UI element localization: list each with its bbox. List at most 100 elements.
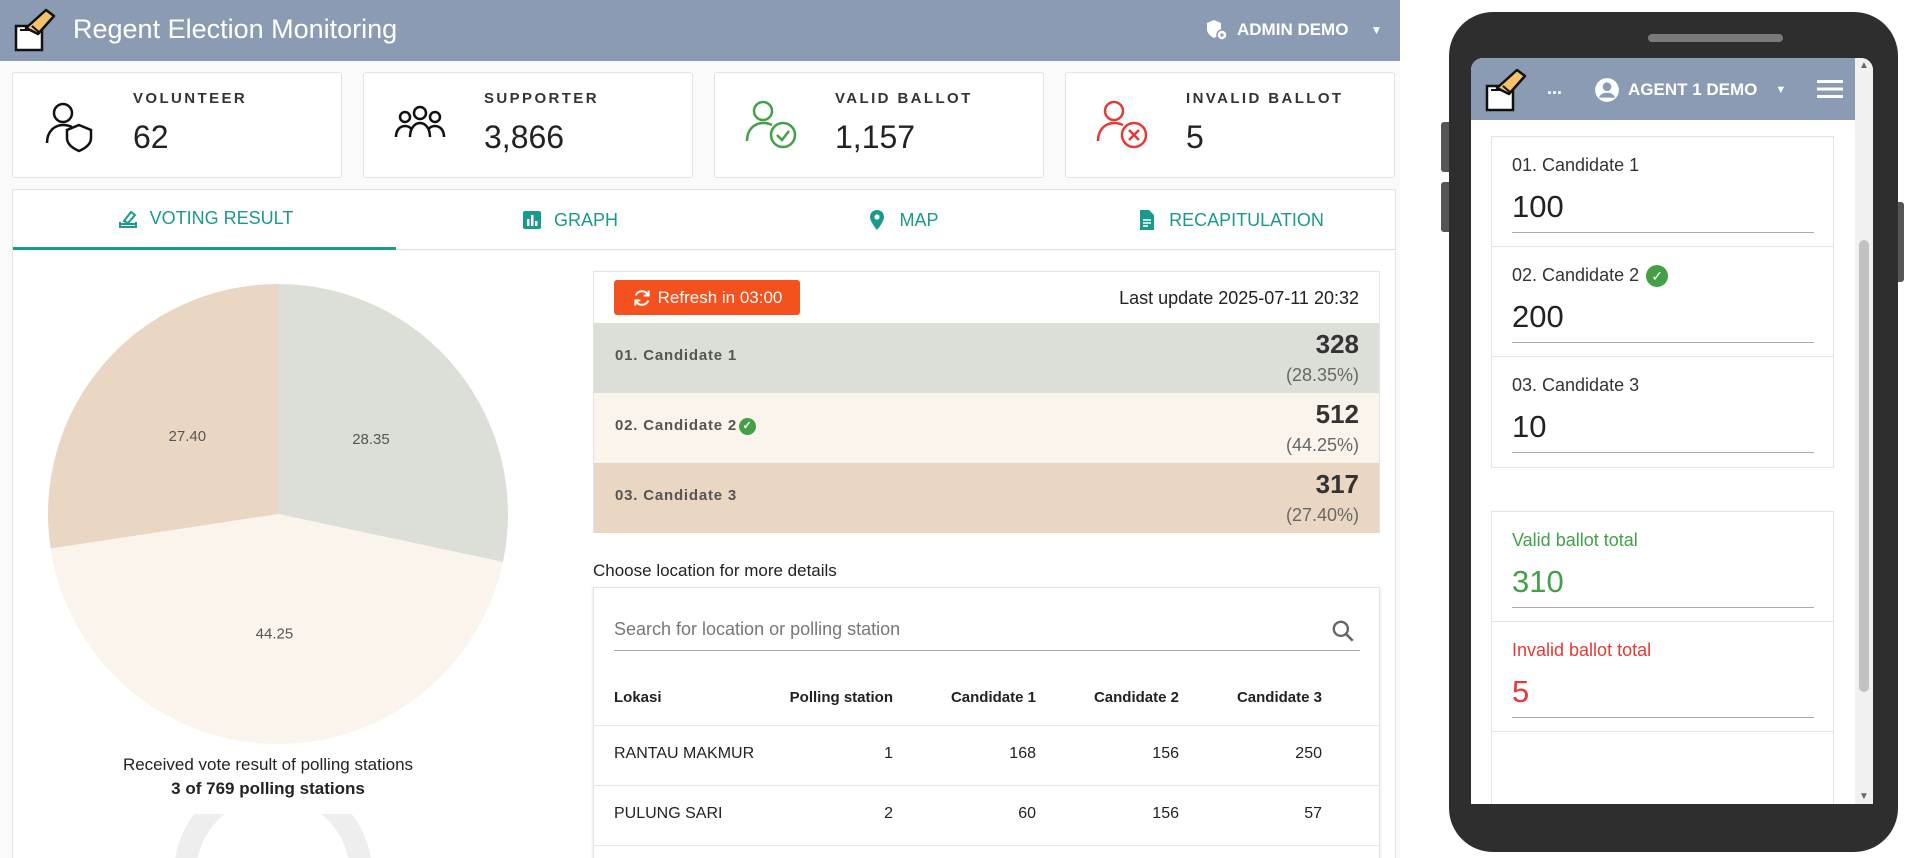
stat-label: SUPPORTER (484, 90, 599, 107)
ballot-totals-card: Valid ballot total 310 Invalid ballot to… (1491, 511, 1834, 804)
valid-ballot-field[interactable]: Valid ballot total 310 (1492, 512, 1833, 622)
phone-side-button (1441, 182, 1449, 232)
user-check-icon (745, 100, 797, 149)
invalid-ballot-field[interactable]: Invalid ballot total 5 (1492, 622, 1833, 732)
mobile-scrollbar[interactable]: ▲ ▼ (1855, 58, 1873, 804)
search-icon[interactable] (1330, 618, 1356, 644)
stat-label: VOLUNTEER (133, 90, 248, 107)
search-placeholder: Search for location or polling station (614, 619, 901, 639)
cell-candidate-3: 250 (1295, 745, 1322, 762)
phone-speaker (1648, 34, 1783, 42)
cell-polling-station: 1 (884, 745, 893, 762)
tab-map[interactable]: MAP (742, 190, 1062, 250)
mobile-user-name: AGENT 1 DEMO (1628, 80, 1758, 99)
caret-down-icon: ▼ (1370, 23, 1383, 37)
tab-recapitulation[interactable]: RECAPITULATION (1062, 190, 1397, 250)
user-shield-icon (1207, 20, 1228, 41)
candidate-name: 03. Candidate 3 (615, 487, 738, 504)
stat-card-volunteer: VOLUNTEER 62 (12, 72, 342, 178)
cell-polling-station: 2 (884, 805, 893, 822)
candidate-votes: 512 (1315, 399, 1359, 429)
location-search-input[interactable]: Search for location or polling station (614, 608, 1360, 651)
field-value[interactable]: 10 (1512, 409, 1814, 453)
candidate-result-row[interactable]: 02. Candidate 2 ✓ 512 (44.25%) (594, 393, 1379, 463)
scroll-up-arrow-icon[interactable]: ▲ (1859, 60, 1869, 71)
cell-candidate-2: 156 (1152, 805, 1179, 822)
candidate-votes: 317 (1315, 469, 1359, 499)
document-icon (1140, 210, 1155, 230)
candidate-input-card: 01. Candidate 1 100 02. Candidate 2 ✓ 20… (1491, 136, 1834, 468)
location-table-card: Search for location or polling station L… (593, 587, 1380, 858)
pie-slice[interactable] (278, 284, 508, 563)
tab-voting-result[interactable]: VOTING RESULT (13, 190, 396, 250)
polling-progress-gauge (175, 814, 371, 858)
user-menu[interactable]: ADMIN DEMO ▼ (1205, 18, 1382, 42)
ballot-icon (118, 210, 137, 228)
stat-value: 62 (133, 119, 169, 155)
column-header-candidate-3[interactable]: Candidate 3 (1237, 689, 1322, 706)
result-summary-box: Refresh in 03:00 Last update 2025-07-11 … (593, 271, 1380, 533)
stat-card-supporter: SUPPORTER 3,866 (363, 72, 693, 178)
map-pin-icon (870, 210, 885, 230)
volunteer-shield-icon (45, 102, 93, 153)
column-header-location[interactable]: Lokasi (614, 689, 662, 706)
account-circle-icon (1595, 78, 1619, 102)
candidate-vote-field[interactable]: 03. Candidate 3 10 (1492, 357, 1833, 467)
cell-candidate-1: 168 (1009, 745, 1036, 762)
candidate-result-row[interactable]: 01. Candidate 1 328 (28.35%) (594, 323, 1379, 393)
field-value[interactable]: 100 (1512, 189, 1814, 233)
mobile-user-menu[interactable]: AGENT 1 DEMO ▼ (1594, 77, 1786, 103)
ballot-logo-icon (14, 8, 56, 52)
stat-card-valid-ballot: VALID BALLOT 1,157 (714, 72, 1044, 178)
scroll-down-arrow-icon[interactable]: ▼ (1859, 791, 1869, 802)
refresh-label: Refresh in 03:00 (657, 287, 783, 307)
row-divider (594, 785, 1379, 786)
stat-label: INVALID BALLOT (1186, 90, 1344, 107)
caret-down-icon: ▼ (1775, 84, 1787, 96)
scrollbar-thumb[interactable] (1859, 240, 1869, 692)
candidate-percent: (27.40%) (1285, 505, 1359, 525)
column-header-candidate-2[interactable]: Candidate 2 (1094, 689, 1179, 706)
tab-bar: VOTING RESULT GRAPH MAP RECAPITULATION (12, 189, 1396, 250)
tab-label: RECAPITULATION (1169, 209, 1324, 230)
polling-summary-count: 3 of 769 polling stations (171, 779, 365, 798)
location-heading: Choose location for more details (593, 561, 837, 580)
column-header-polling-station[interactable]: Polling station (790, 689, 893, 706)
cell-location: PULUNG SARI (614, 805, 723, 822)
vote-share-pie-chart: 28.35 44.25 27.40 (47, 284, 508, 744)
cell-location: RANTAU MAKMUR (614, 745, 755, 762)
polling-summary: Received vote result of polling stations… (53, 753, 483, 801)
invalid-ballot-value[interactable]: 5 (1512, 674, 1814, 718)
column-header-candidate-1[interactable]: Candidate 1 (951, 689, 1036, 706)
mobile-screen: ... AGENT 1 DEMO ▼ 01. Candidate 1 100 0… (1471, 58, 1873, 804)
cell-candidate-1: 60 (1018, 805, 1036, 822)
stat-card-invalid-ballot: INVALID BALLOT 5 (1065, 72, 1395, 178)
refresh-button[interactable]: Refresh in 03:00 (614, 280, 800, 315)
candidate-vote-field[interactable]: 02. Candidate 2 ✓ 200 (1492, 247, 1833, 357)
pie-slice-label: 27.40 (169, 428, 207, 445)
valid-ballot-value[interactable]: 310 (1512, 564, 1814, 608)
truncated-title: ... (1547, 78, 1563, 98)
pie-slice-label: 44.25 (256, 626, 294, 643)
pie-slice[interactable] (47, 284, 278, 549)
voting-result-panel: 28.35 44.25 27.40 Received vote result of … (12, 251, 1396, 858)
user-name: ADMIN DEMO (1237, 20, 1349, 39)
mobile-device-frame: ... AGENT 1 DEMO ▼ 01. Candidate 1 100 0… (1441, 12, 1904, 852)
candidate-result-row[interactable]: 03. Candidate 3 317 (27.40%) (594, 463, 1379, 533)
pie-slice-label: 28.35 (352, 431, 390, 448)
group-icon (394, 105, 446, 138)
candidate-vote-field[interactable]: 01. Candidate 1 100 (1492, 137, 1833, 247)
hamburger-menu-icon[interactable] (1817, 80, 1843, 98)
candidate-percent: (44.25%) (1285, 435, 1359, 455)
refresh-icon (633, 289, 650, 306)
winner-check-icon: ✓ (739, 417, 757, 435)
field-value[interactable]: 200 (1512, 299, 1814, 343)
tab-graph[interactable]: GRAPH (396, 190, 742, 250)
field-label: 01. Candidate 1 (1512, 155, 1640, 175)
row-divider (594, 725, 1379, 726)
cell-candidate-3: 57 (1304, 805, 1322, 822)
ballot-logo-icon (1485, 68, 1527, 112)
phone-side-button (1441, 122, 1449, 172)
candidate-name: 01. Candidate 1 (615, 347, 738, 364)
stat-value: 1,157 (835, 119, 916, 155)
